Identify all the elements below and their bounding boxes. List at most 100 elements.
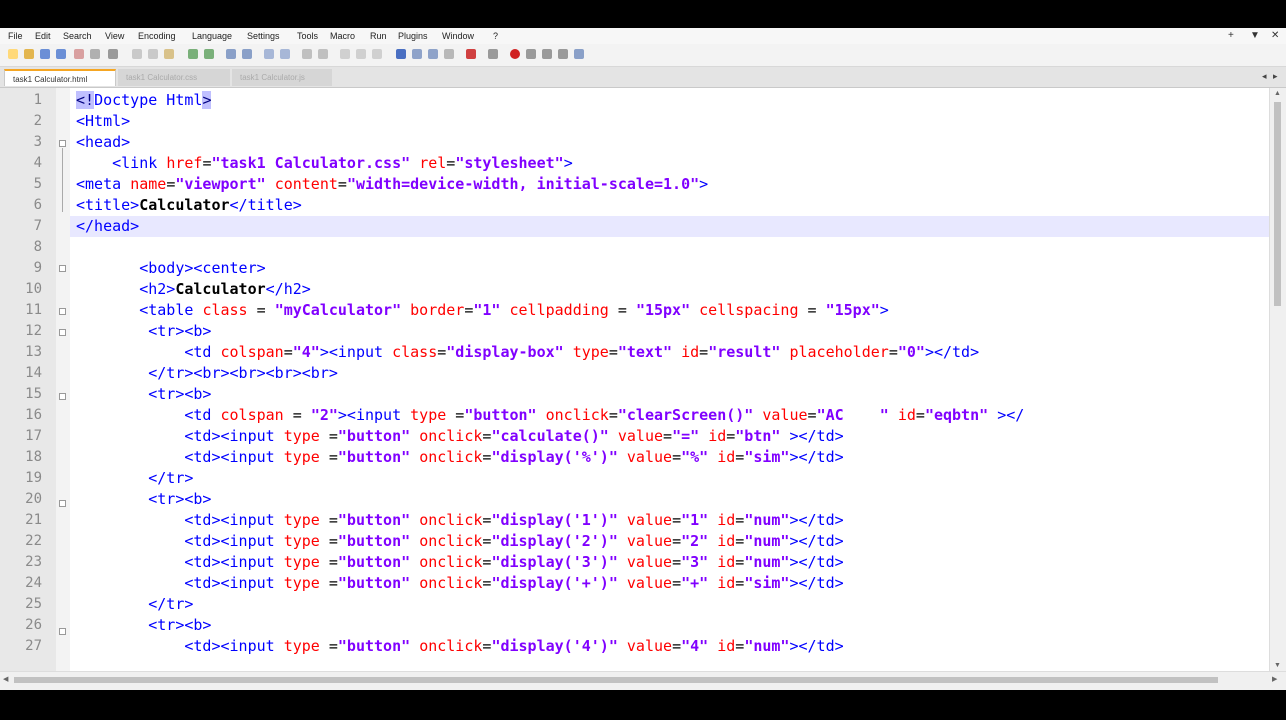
- zoom-out-icon[interactable]: [280, 49, 290, 59]
- close-file-icon[interactable]: [74, 49, 84, 59]
- code-line[interactable]: <td><input type ="button" onclick="displ…: [76, 552, 843, 573]
- code-line[interactable]: <Html>: [76, 111, 130, 132]
- code-line[interactable]: <td><input type ="button" onclick="displ…: [76, 573, 843, 594]
- code-line[interactable]: </tr>: [76, 594, 193, 615]
- code-line[interactable]: </tr>: [76, 468, 193, 489]
- menu-window[interactable]: Window: [442, 31, 474, 41]
- code-line[interactable]: <!Doctype Html>: [76, 90, 212, 111]
- stop-icon[interactable]: [526, 49, 536, 59]
- sync-v-icon[interactable]: [302, 49, 312, 59]
- code-line[interactable]: </tr><br><br><br><br>: [76, 363, 338, 384]
- code-line[interactable]: <head>: [76, 132, 130, 153]
- scroll-left-icon[interactable]: ◀: [3, 675, 8, 683]
- menu-settings[interactable]: Settings: [247, 31, 280, 41]
- code-line[interactable]: <meta name="viewport" content="width=dev…: [76, 174, 708, 195]
- monitoring-icon[interactable]: [466, 49, 476, 59]
- menu-search[interactable]: Search: [63, 31, 92, 41]
- code-line[interactable]: <body><center>: [76, 258, 265, 279]
- paste-icon[interactable]: [164, 49, 174, 59]
- macro-start-icon[interactable]: [488, 49, 498, 59]
- code-line[interactable]: <h2>Calculator</h2>: [76, 279, 311, 300]
- redo-icon[interactable]: [204, 49, 214, 59]
- scroll-up-icon[interactable]: ▲: [1274, 90, 1281, 97]
- sync-h-icon[interactable]: [318, 49, 328, 59]
- fold-margin[interactable]: [56, 88, 70, 671]
- tab-scroll-right-icon[interactable]: ▸: [1273, 71, 1278, 82]
- function-list-icon[interactable]: [428, 49, 438, 59]
- fold-body-icon[interactable]: [59, 265, 66, 272]
- tab-task1-calculator-js[interactable]: task1 Calculator.js: [232, 69, 332, 86]
- fold-head-icon[interactable]: [59, 140, 66, 147]
- play-icon[interactable]: [542, 49, 552, 59]
- code-line[interactable]: <td><input type ="button" onclick="displ…: [76, 636, 843, 657]
- code-line[interactable]: <td colspan = "2"><input type ="button" …: [76, 405, 1024, 426]
- menu-language[interactable]: Language: [192, 31, 232, 41]
- udl-icon[interactable]: [396, 49, 406, 59]
- menu-tools[interactable]: Tools: [297, 31, 318, 41]
- fold-tr-icon[interactable]: [59, 628, 66, 635]
- indent-guide-icon[interactable]: [372, 49, 382, 59]
- code-line[interactable]: <tr><b>: [76, 321, 211, 342]
- code-line[interactable]: <link href="task1 Calculator.css" rel="s…: [76, 153, 573, 174]
- doc-map-icon[interactable]: [412, 49, 422, 59]
- new-tab-plus-icon[interactable]: +: [1228, 30, 1234, 41]
- code-token: Calculator: [139, 196, 230, 214]
- code-line[interactable]: <td><input type ="button" onclick="displ…: [76, 447, 843, 468]
- fold-tr-icon[interactable]: [59, 329, 66, 336]
- code-line[interactable]: <td colspan="4"><input class="display-bo…: [76, 342, 979, 363]
- record-icon[interactable]: [510, 49, 520, 59]
- code-line[interactable]: <td><input type ="button" onclick="displ…: [76, 531, 843, 552]
- menu-edit[interactable]: Edit: [35, 31, 51, 41]
- fold-tr-icon[interactable]: [59, 500, 66, 507]
- tab-task1-calculator-css[interactable]: task1 Calculator.css: [118, 69, 230, 86]
- menu-view[interactable]: View: [105, 31, 124, 41]
- replace-icon[interactable]: [242, 49, 252, 59]
- code-line[interactable]: <tr><b>: [76, 489, 211, 510]
- play-multiple-icon[interactable]: [558, 49, 568, 59]
- save-macro-icon[interactable]: [574, 49, 584, 59]
- zoom-in-icon[interactable]: [264, 49, 274, 59]
- scroll-right-icon[interactable]: ▶: [1272, 675, 1277, 683]
- menu-macro[interactable]: Macro: [330, 31, 355, 41]
- menu-run[interactable]: Run: [370, 31, 387, 41]
- code-line[interactable]: <td><input type ="button" onclick="calcu…: [76, 426, 843, 447]
- new-file-icon[interactable]: [8, 49, 18, 59]
- horizontal-scrollbar[interactable]: ◀ ▶: [0, 671, 1286, 689]
- code-editor[interactable]: 1 <!Doctype Html> 2 <Html> 3 <head> 4 <link hr…: [0, 88, 1270, 671]
- copy-icon[interactable]: [148, 49, 158, 59]
- cut-icon[interactable]: [132, 49, 142, 59]
- undo-icon[interactable]: [188, 49, 198, 59]
- code-line[interactable]: <title>Calculator</title>: [76, 195, 302, 216]
- vertical-scroll-thumb[interactable]: [1274, 102, 1281, 306]
- all-chars-icon[interactable]: [356, 49, 366, 59]
- menu-help[interactable]: ?: [493, 31, 498, 41]
- folder-workspace-icon[interactable]: [444, 49, 454, 59]
- horizontal-scroll-thumb[interactable]: [14, 677, 1218, 683]
- tab-task1-calculator-html[interactable]: task1 Calculator.html: [4, 69, 116, 86]
- print-icon[interactable]: [108, 49, 118, 59]
- close-all-icon[interactable]: [90, 49, 100, 59]
- code-line[interactable]: <tr><b>: [76, 384, 211, 405]
- code-line[interactable]: </head>: [76, 216, 139, 237]
- open-file-icon[interactable]: [24, 49, 34, 59]
- save-icon[interactable]: [40, 49, 50, 59]
- vertical-scrollbar[interactable]: ▲ ▼: [1269, 88, 1286, 671]
- menu-file[interactable]: File: [8, 31, 23, 41]
- line-number: 9: [33, 260, 42, 276]
- fold-table-icon[interactable]: [59, 308, 66, 315]
- save-all-icon[interactable]: [56, 49, 66, 59]
- fold-tr-icon[interactable]: [59, 393, 66, 400]
- code-line[interactable]: <table class = "myCalculator" border = "1"…: [76, 300, 889, 321]
- code-line[interactable]: <tr><b>: [76, 615, 211, 636]
- scroll-down-icon[interactable]: ▼: [1274, 662, 1281, 669]
- tab-scroll-left-icon[interactable]: ◂: [1262, 71, 1267, 82]
- menu-plugins[interactable]: Plugins: [398, 31, 428, 41]
- wrap-icon[interactable]: [340, 49, 350, 59]
- dropdown-icon[interactable]: ▼: [1250, 30, 1260, 41]
- close-icon[interactable]: ✕: [1271, 30, 1279, 41]
- find-icon[interactable]: [226, 49, 236, 59]
- menu-encoding[interactable]: Encoding: [138, 31, 176, 41]
- code-line[interactable]: <td><input type ="button" onclick="displ…: [76, 510, 843, 531]
